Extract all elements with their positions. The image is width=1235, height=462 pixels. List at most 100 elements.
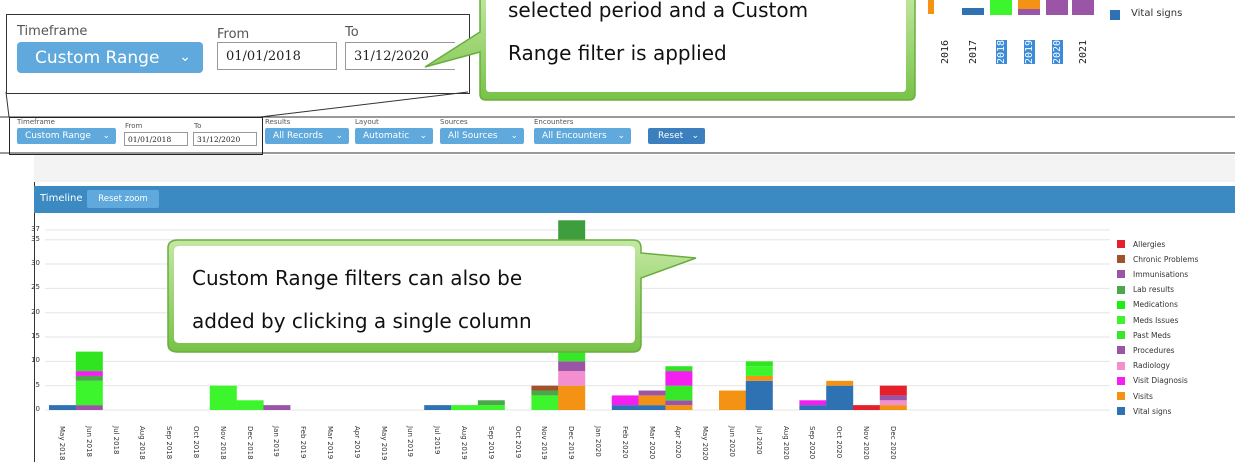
bar-segment[interactable] bbox=[424, 405, 452, 410]
bar-segment[interactable] bbox=[236, 400, 264, 410]
bar-segment[interactable] bbox=[611, 405, 639, 410]
bar-segment[interactable] bbox=[209, 385, 237, 410]
bar-segment[interactable] bbox=[531, 395, 559, 410]
bar-segment[interactable] bbox=[638, 395, 666, 406]
bar-segment[interactable] bbox=[263, 405, 291, 410]
bar-segment[interactable] bbox=[799, 405, 827, 410]
x-tick-label: Dec 2018 bbox=[245, 426, 254, 460]
bar-segment[interactable] bbox=[477, 400, 505, 406]
bar-segment[interactable] bbox=[75, 351, 103, 372]
legend-swatch bbox=[1117, 255, 1125, 264]
x-tick-label: Oct 2018 bbox=[192, 426, 200, 459]
x-tick-label: May 2019 bbox=[379, 426, 388, 461]
legend-label: Past Meds bbox=[1133, 330, 1171, 340]
bar-segment[interactable] bbox=[745, 375, 773, 381]
legend-label: Vital signs bbox=[1133, 406, 1172, 416]
bar-segment[interactable] bbox=[75, 405, 103, 410]
bar-segment[interactable] bbox=[665, 366, 693, 372]
x-tick-label: Jan 2020 bbox=[594, 426, 602, 457]
bar-segment[interactable] bbox=[879, 405, 907, 410]
y-tick-label: 10 bbox=[31, 356, 40, 365]
bar-segment[interactable] bbox=[853, 405, 880, 410]
bar-segment[interactable] bbox=[638, 390, 666, 396]
bar-segment[interactable] bbox=[745, 380, 773, 410]
bar-segment[interactable] bbox=[49, 405, 76, 410]
bar-segment[interactable] bbox=[665, 371, 693, 386]
legend-label: Radiology bbox=[1133, 361, 1170, 371]
x-tick-label: Sep 2020 bbox=[808, 426, 817, 460]
bar-segment[interactable] bbox=[665, 385, 693, 401]
x-tick-label: Jun 2020 bbox=[728, 426, 736, 457]
y-tick-label: 30 bbox=[31, 259, 40, 268]
legend-swatch bbox=[1117, 361, 1125, 370]
x-tick-label: Mar 2019 bbox=[326, 426, 334, 460]
x-tick-label: Mar 2020 bbox=[647, 426, 656, 460]
legend-label: Visit Diagnosis bbox=[1133, 376, 1188, 386]
bar-segment[interactable] bbox=[826, 380, 854, 386]
bar-segment[interactable] bbox=[745, 361, 773, 367]
legend-item[interactable]: Vital signs bbox=[1117, 405, 1171, 417]
legend-item[interactable]: Medications bbox=[1117, 299, 1178, 311]
x-tick-label: Oct 2020 bbox=[835, 426, 844, 459]
bar-segment[interactable] bbox=[531, 385, 559, 391]
legend-swatch bbox=[1117, 240, 1125, 248]
x-tick-label: Jan 2019 bbox=[272, 426, 281, 457]
bar-segment[interactable] bbox=[665, 400, 693, 406]
x-tick-label: Aug 2018 bbox=[138, 426, 147, 460]
bar-segment[interactable] bbox=[745, 366, 773, 376]
x-tick-label: Nov 2019 bbox=[540, 426, 549, 460]
legend-item[interactable]: Procedures bbox=[1117, 344, 1175, 356]
legend-swatch bbox=[1117, 285, 1125, 294]
legend-item[interactable]: Lab results bbox=[1117, 284, 1174, 296]
x-tick-label: Jul 2020 bbox=[754, 426, 763, 455]
bar-segment[interactable] bbox=[879, 400, 907, 406]
x-tick-label: Nov 2020 bbox=[862, 426, 870, 460]
legend-item[interactable]: Past Meds bbox=[1117, 329, 1171, 341]
bar-segment[interactable] bbox=[879, 385, 907, 396]
bar-segment[interactable] bbox=[719, 390, 746, 410]
x-tick-label: May 2018 bbox=[58, 426, 66, 461]
legend-label: Immunisations bbox=[1133, 269, 1189, 279]
bar-segment[interactable] bbox=[75, 371, 103, 376]
x-tick-label: Nov 2018 bbox=[218, 426, 227, 460]
y-tick-label: 0 bbox=[35, 405, 40, 413]
x-tick-label: Aug 2020 bbox=[781, 426, 790, 460]
x-tick-label: Feb 2019 bbox=[299, 426, 308, 459]
legend-swatch bbox=[1117, 316, 1125, 324]
bar-segment[interactable] bbox=[826, 385, 854, 410]
legend-swatch bbox=[1117, 331, 1125, 340]
bar-segment[interactable] bbox=[638, 405, 666, 410]
legend-item[interactable]: Chronic Problems bbox=[1117, 253, 1198, 265]
legend-item[interactable]: Allergies bbox=[1117, 238, 1165, 250]
bar-segment[interactable] bbox=[477, 405, 505, 410]
x-tick-label: Jul 2019 bbox=[433, 426, 442, 455]
bar-segment[interactable] bbox=[531, 390, 559, 396]
bar-segment[interactable] bbox=[799, 400, 827, 406]
bar-segment[interactable] bbox=[75, 380, 103, 406]
legend-label: Procedures bbox=[1133, 345, 1175, 355]
legend-label: Allergies bbox=[1133, 239, 1166, 249]
bar-segment[interactable] bbox=[558, 361, 586, 372]
legend-item[interactable]: Visit Diagnosis bbox=[1117, 375, 1188, 387]
bar-segment[interactable] bbox=[558, 371, 586, 386]
bar-segment[interactable] bbox=[665, 405, 693, 410]
x-tick-label: Jun 2018 bbox=[84, 426, 93, 457]
mid-callout-shape bbox=[167, 239, 697, 353]
x-tick-label: Sep 2018 bbox=[165, 426, 174, 460]
x-tick-label: Apr 2020 bbox=[674, 426, 683, 459]
bar-segment[interactable] bbox=[879, 395, 907, 401]
mid-callout-line2: added by clicking a single column bbox=[192, 309, 532, 333]
bar-segment[interactable] bbox=[558, 385, 586, 410]
legend-item[interactable]: Meds Issues bbox=[1117, 314, 1178, 326]
legend-item[interactable]: Immunisations bbox=[1117, 268, 1188, 280]
legend-swatch bbox=[1117, 376, 1125, 385]
legend-swatch bbox=[1117, 346, 1125, 355]
bar-segment[interactable] bbox=[611, 395, 639, 406]
bar-segment[interactable] bbox=[451, 405, 478, 410]
legend-item[interactable]: Visits bbox=[1117, 390, 1153, 402]
legend-item[interactable]: Radiology bbox=[1117, 360, 1170, 372]
bar-segment[interactable] bbox=[75, 375, 103, 381]
x-tick-label: Feb 2020 bbox=[620, 426, 629, 459]
x-tick-label: Oct 2019 bbox=[513, 426, 522, 459]
legend-swatch bbox=[1117, 300, 1125, 309]
